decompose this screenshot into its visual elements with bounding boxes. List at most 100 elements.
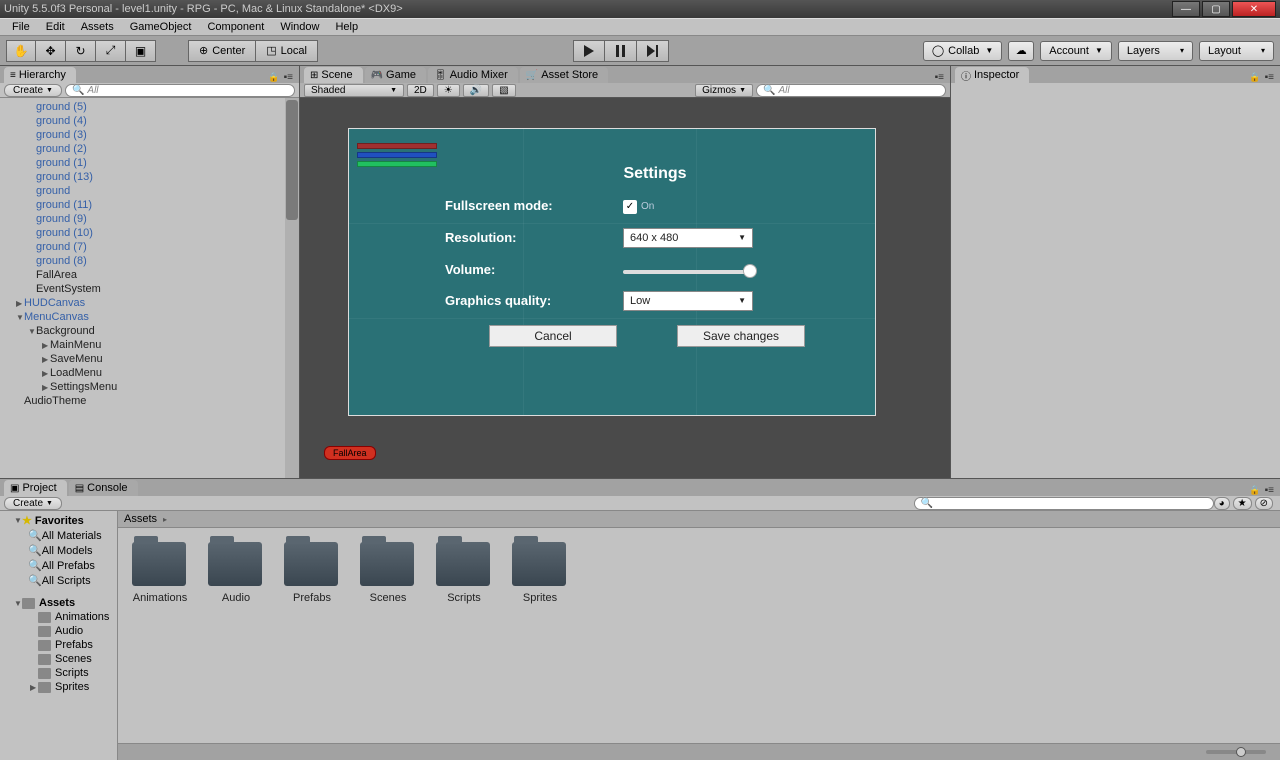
hierarchy-item[interactable]: ground (5) bbox=[0, 100, 299, 114]
tab-hierarchy[interactable]: ≡Hierarchy bbox=[4, 67, 76, 83]
move-tool-button[interactable]: ✥ bbox=[36, 40, 66, 62]
scene-gizmos-dropdown[interactable]: Gizmos▼ bbox=[695, 84, 753, 97]
hand-tool-button[interactable]: ✋ bbox=[6, 40, 36, 62]
graphics-select[interactable]: Low▼ bbox=[623, 291, 753, 311]
hierarchy-scrollbar[interactable] bbox=[285, 98, 299, 478]
hierarchy-item[interactable]: ▶SaveMenu bbox=[0, 352, 299, 366]
hierarchy-item[interactable]: AudioTheme bbox=[0, 394, 299, 408]
menu-component[interactable]: Component bbox=[199, 21, 272, 33]
asset-folder[interactable]: Scenes bbox=[360, 542, 416, 604]
close-button[interactable]: ✕ bbox=[1232, 1, 1276, 17]
panel-menu-icon[interactable]: ▪≡ bbox=[1265, 485, 1274, 496]
lock-icon[interactable]: 🔒 bbox=[268, 72, 279, 83]
tab-console[interactable]: ▤Console bbox=[69, 480, 138, 496]
rect-tool-button[interactable]: ▣ bbox=[126, 40, 156, 62]
hierarchy-search-input[interactable]: 🔍All bbox=[65, 84, 295, 97]
menu-edit[interactable]: Edit bbox=[38, 21, 73, 33]
tab-project[interactable]: ▣Project bbox=[4, 480, 67, 496]
pause-button[interactable] bbox=[605, 40, 637, 62]
hierarchy-item[interactable]: ground bbox=[0, 184, 299, 198]
tab-scene[interactable]: ⊞Scene bbox=[304, 67, 363, 83]
menu-file[interactable]: File bbox=[4, 21, 38, 33]
hierarchy-item[interactable]: ground (4) bbox=[0, 114, 299, 128]
project-folder-item[interactable]: ▶Sprites bbox=[0, 680, 117, 694]
hierarchy-create-dropdown[interactable]: Create▼ bbox=[4, 84, 62, 97]
layers-dropdown[interactable]: Layers▾ bbox=[1118, 41, 1193, 61]
scene-2d-toggle[interactable]: 2D bbox=[407, 84, 434, 97]
hierarchy-item[interactable]: FallArea bbox=[0, 268, 299, 282]
play-button[interactable] bbox=[573, 40, 605, 62]
hierarchy-item[interactable]: ground (7) bbox=[0, 240, 299, 254]
asset-folder[interactable]: Prefabs bbox=[284, 542, 340, 604]
hierarchy-item[interactable]: ▶HUDCanvas bbox=[0, 296, 299, 310]
favorite-item[interactable]: 🔍All Prefabs bbox=[0, 558, 117, 573]
asset-folder[interactable]: Sprites bbox=[512, 542, 568, 604]
hierarchy-item[interactable]: ground (10) bbox=[0, 226, 299, 240]
account-dropdown[interactable]: Account▼ bbox=[1040, 41, 1112, 61]
asset-folder[interactable]: Animations bbox=[132, 542, 188, 604]
menu-gameobject[interactable]: GameObject bbox=[122, 21, 200, 33]
fallarea-gizmo[interactable]: FallArea bbox=[324, 446, 376, 460]
asset-zoom-slider[interactable] bbox=[1206, 750, 1266, 754]
hierarchy-item[interactable]: EventSystem bbox=[0, 282, 299, 296]
menu-window[interactable]: Window bbox=[272, 21, 327, 33]
favorite-filter-button[interactable]: ★ bbox=[1233, 497, 1252, 510]
pivot-center-button[interactable]: ⊕Center bbox=[188, 40, 256, 62]
hierarchy-item[interactable]: ground (2) bbox=[0, 142, 299, 156]
save-search-button[interactable]: ⊘ bbox=[1255, 497, 1273, 510]
hierarchy-item[interactable]: ▶LoadMenu bbox=[0, 366, 299, 380]
project-create-dropdown[interactable]: Create▼ bbox=[4, 497, 62, 510]
volume-slider[interactable] bbox=[623, 270, 751, 274]
tab-game[interactable]: 🎮Game bbox=[365, 67, 426, 83]
hierarchy-item[interactable]: ground (1) bbox=[0, 156, 299, 170]
panel-menu-icon[interactable]: ▪≡ bbox=[1265, 72, 1274, 83]
favorites-header[interactable]: ▼★Favorites bbox=[0, 513, 117, 528]
asset-folder[interactable]: Scripts bbox=[436, 542, 492, 604]
scene-fx-toggle[interactable]: ▧ bbox=[492, 84, 515, 97]
tab-asset-store[interactable]: 🛒Asset Store bbox=[520, 67, 608, 83]
collab-dropdown[interactable]: ◯Collab▼ bbox=[923, 41, 1002, 61]
hierarchy-item[interactable]: ▶MainMenu bbox=[0, 338, 299, 352]
project-folder-item[interactable]: Scripts bbox=[0, 666, 117, 680]
resolution-select[interactable]: 640 x 480▼ bbox=[623, 228, 753, 248]
hierarchy-item[interactable]: ▼MenuCanvas bbox=[0, 310, 299, 324]
scene-audio-toggle[interactable]: 🔊 bbox=[463, 84, 489, 97]
tab-inspector[interactable]: ⓘInspector bbox=[955, 67, 1029, 83]
hierarchy-item[interactable]: ▶SettingsMenu bbox=[0, 380, 299, 394]
project-folder-item[interactable]: Scenes bbox=[0, 652, 117, 666]
favorite-item[interactable]: 🔍All Materials bbox=[0, 528, 117, 543]
cloud-button[interactable]: ☁ bbox=[1008, 41, 1034, 61]
rotate-tool-button[interactable]: ↻ bbox=[66, 40, 96, 62]
hierarchy-list[interactable]: ground (5)ground (4)ground (3)ground (2)… bbox=[0, 98, 299, 478]
fullscreen-checkbox[interactable]: ✓ bbox=[623, 200, 637, 214]
cancel-button[interactable]: Cancel bbox=[489, 325, 617, 347]
project-folder-item[interactable]: Prefabs bbox=[0, 638, 117, 652]
menu-assets[interactable]: Assets bbox=[73, 21, 122, 33]
maximize-button[interactable]: ▢ bbox=[1202, 1, 1230, 17]
scene-viewport[interactable]: Settings Fullscreen mode: ✓On Resolution… bbox=[300, 98, 950, 478]
assets-header[interactable]: ▼Assets bbox=[0, 596, 117, 610]
scene-search-input[interactable]: 🔍All bbox=[756, 84, 946, 97]
favorite-item[interactable]: 🔍All Models bbox=[0, 543, 117, 558]
asset-grid[interactable]: Animations Audio Prefabs Scenes Scripts Sprit… bbox=[118, 528, 1280, 743]
hierarchy-item[interactable]: ground (11) bbox=[0, 198, 299, 212]
favorite-item[interactable]: 🔍All Scripts bbox=[0, 573, 117, 588]
project-folder-item[interactable]: Animations bbox=[0, 610, 117, 624]
lock-icon[interactable]: 🔒 bbox=[1249, 72, 1260, 83]
project-search-input[interactable]: 🔍 bbox=[914, 497, 1214, 510]
tab-audio-mixer[interactable]: 🎚Audio Mixer bbox=[428, 67, 518, 83]
hierarchy-item[interactable]: ▼Background bbox=[0, 324, 299, 338]
panel-menu-icon[interactable]: ▪≡ bbox=[935, 72, 944, 83]
layout-dropdown[interactable]: Layout▾ bbox=[1199, 41, 1274, 61]
hierarchy-item[interactable]: ground (3) bbox=[0, 128, 299, 142]
lock-icon[interactable]: 🔒 bbox=[1249, 485, 1260, 496]
project-folder-item[interactable]: Audio bbox=[0, 624, 117, 638]
asset-folder[interactable]: Audio bbox=[208, 542, 264, 604]
minimize-button[interactable]: — bbox=[1172, 1, 1200, 17]
menu-help[interactable]: Help bbox=[327, 21, 366, 33]
scale-tool-button[interactable]: ⤢ bbox=[96, 40, 126, 62]
scene-lighting-toggle[interactable]: ☀ bbox=[437, 84, 460, 97]
hierarchy-item[interactable]: ground (9) bbox=[0, 212, 299, 226]
step-button[interactable] bbox=[637, 40, 669, 62]
search-filter-button[interactable]: ◕ bbox=[1214, 497, 1230, 510]
